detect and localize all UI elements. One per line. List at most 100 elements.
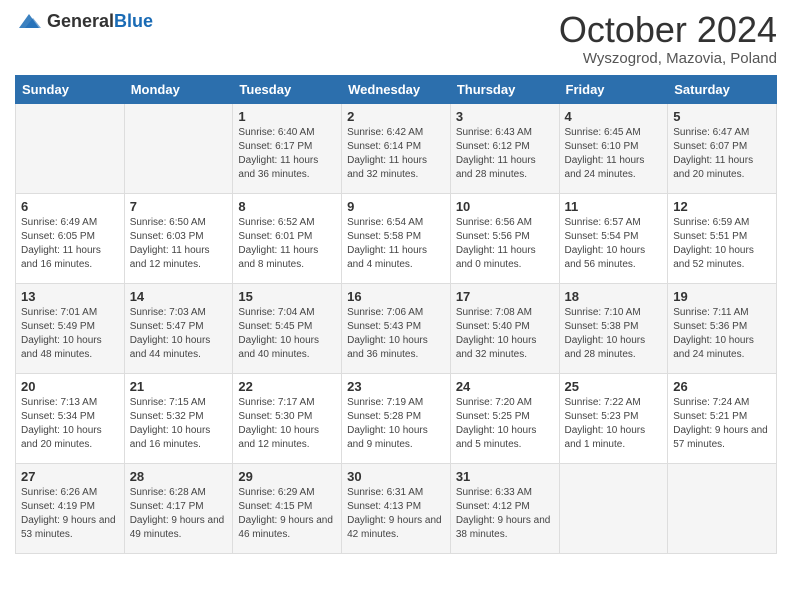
day-number: 19: [673, 289, 771, 304]
day-number: 10: [456, 199, 554, 214]
day-cell: 27 Sunrise: 6:26 AM Sunset: 4:19 PM Dayli…: [16, 463, 125, 553]
day-cell: 13Sunrise: 7:01 AM Sunset: 5:49 PM Dayli…: [16, 283, 125, 373]
col-sunday: Sunday: [16, 75, 125, 103]
day-cell: 22 Sunrise: 7:17 AM Sunset: 5:30 PM Dayli…: [233, 373, 342, 463]
day-info: Sunrise: 7:03 AM Sunset: 5:47 PM Dayligh…: [130, 306, 228, 362]
day-number: 22: [238, 379, 336, 394]
day-number: 7: [130, 199, 228, 214]
day-info: Sunrise: 6:50 AM Sunset: 6:03 PM Dayligh…: [130, 216, 228, 272]
day-number: 24: [456, 379, 554, 394]
day-info: Sunrise: 7:20 AM Sunset: 5:25 PM Dayligh…: [456, 396, 554, 452]
day-cell: 8 Sunrise: 6:52 AM Sunset: 6:01 PM Daylig…: [233, 193, 342, 283]
day-info: Sunrise: 6:40 AM Sunset: 6:17 PM Dayligh…: [238, 126, 336, 182]
day-info: Sunrise: 7:17 AM Sunset: 5:30 PM Dayligh…: [238, 396, 336, 452]
location-title: Wyszogrod, Mazovia, Poland: [559, 50, 777, 67]
day-info: Sunrise: 6:29 AM Sunset: 4:15 PM Dayligh…: [238, 486, 336, 542]
col-thursday: Thursday: [450, 75, 559, 103]
day-info: Sunrise: 7:15 AM Sunset: 5:32 PM Dayligh…: [130, 396, 228, 452]
day-cell: 10Sunrise: 6:56 AM Sunset: 5:56 PM Dayli…: [450, 193, 559, 283]
day-info: Sunrise: 6:33 AM Sunset: 4:12 PM Dayligh…: [456, 486, 554, 542]
day-info: Sunrise: 7:04 AM Sunset: 5:45 PM Dayligh…: [238, 306, 336, 362]
day-cell: 31 Sunrise: 6:33 AM Sunset: 4:12 PM Dayli…: [450, 463, 559, 553]
logo-icon: [15, 10, 43, 32]
day-number: 27: [21, 469, 119, 484]
logo-general: General: [47, 11, 114, 31]
day-number: 26: [673, 379, 771, 394]
day-number: 18: [565, 289, 663, 304]
col-wednesday: Wednesday: [342, 75, 451, 103]
day-number: 11: [565, 199, 663, 214]
day-number: 1: [238, 109, 336, 124]
day-cell: [16, 103, 125, 193]
logo: GeneralBlue: [15, 10, 153, 32]
day-number: 6: [21, 199, 119, 214]
day-number: 25: [565, 379, 663, 394]
month-title: October 2024: [559, 10, 777, 50]
day-cell: 12 Sunrise: 6:59 AM Sunset: 5:51 PM Dayli…: [668, 193, 777, 283]
day-info: Sunrise: 6:26 AM Sunset: 4:19 PM Dayligh…: [21, 486, 119, 542]
col-tuesday: Tuesday: [233, 75, 342, 103]
week-row-1: 1 Sunrise: 6:40 AM Sunset: 6:17 PM Daylig…: [16, 103, 777, 193]
day-number: 15: [238, 289, 336, 304]
day-number: 3: [456, 109, 554, 124]
day-cell: 25 Sunrise: 7:22 AM Sunset: 5:23 PM Dayli…: [559, 373, 668, 463]
day-cell: 5 Sunrise: 6:47 AM Sunset: 6:07 PM Daylig…: [668, 103, 777, 193]
day-cell: 20Sunrise: 7:13 AM Sunset: 5:34 PM Dayli…: [16, 373, 125, 463]
day-info: Sunrise: 6:49 AM Sunset: 6:05 PM Dayligh…: [21, 216, 119, 272]
page-header: GeneralBlue October 2024 Wyszogrod, Mazo…: [15, 10, 777, 67]
day-number: 4: [565, 109, 663, 124]
day-cell: 17Sunrise: 7:08 AM Sunset: 5:40 PM Dayli…: [450, 283, 559, 373]
day-cell: 15 Sunrise: 7:04 AM Sunset: 5:45 PM Dayli…: [233, 283, 342, 373]
col-friday: Friday: [559, 75, 668, 103]
day-info: Sunrise: 7:22 AM Sunset: 5:23 PM Dayligh…: [565, 396, 663, 452]
day-info: Sunrise: 6:47 AM Sunset: 6:07 PM Dayligh…: [673, 126, 771, 182]
day-info: Sunrise: 7:10 AM Sunset: 5:38 PM Dayligh…: [565, 306, 663, 362]
col-saturday: Saturday: [668, 75, 777, 103]
day-number: 21: [130, 379, 228, 394]
header-row: Sunday Monday Tuesday Wednesday Thursday…: [16, 75, 777, 103]
day-number: 20: [21, 379, 119, 394]
week-row-5: 27 Sunrise: 6:26 AM Sunset: 4:19 PM Dayli…: [16, 463, 777, 553]
day-cell: 19 Sunrise: 7:11 AM Sunset: 5:36 PM Dayli…: [668, 283, 777, 373]
day-cell: 23Sunrise: 7:19 AM Sunset: 5:28 PM Dayli…: [342, 373, 451, 463]
day-cell: 24 Sunrise: 7:20 AM Sunset: 5:25 PM Dayli…: [450, 373, 559, 463]
day-number: 2: [347, 109, 445, 124]
day-info: Sunrise: 6:42 AM Sunset: 6:14 PM Dayligh…: [347, 126, 445, 182]
day-info: Sunrise: 6:54 AM Sunset: 5:58 PM Dayligh…: [347, 216, 445, 272]
col-monday: Monday: [124, 75, 233, 103]
day-cell: 3 Sunrise: 6:43 AM Sunset: 6:12 PM Daylig…: [450, 103, 559, 193]
day-info: Sunrise: 6:28 AM Sunset: 4:17 PM Dayligh…: [130, 486, 228, 542]
day-info: Sunrise: 6:31 AM Sunset: 4:13 PM Dayligh…: [347, 486, 445, 542]
title-section: October 2024 Wyszogrod, Mazovia, Poland: [559, 10, 777, 67]
day-number: 8: [238, 199, 336, 214]
day-cell: 6 Sunrise: 6:49 AM Sunset: 6:05 PM Daylig…: [16, 193, 125, 283]
day-info: Sunrise: 6:57 AM Sunset: 5:54 PM Dayligh…: [565, 216, 663, 272]
day-cell: 14Sunrise: 7:03 AM Sunset: 5:47 PM Dayli…: [124, 283, 233, 373]
day-info: Sunrise: 6:45 AM Sunset: 6:10 PM Dayligh…: [565, 126, 663, 182]
day-number: 17: [456, 289, 554, 304]
day-number: 28: [130, 469, 228, 484]
day-info: Sunrise: 6:43 AM Sunset: 6:12 PM Dayligh…: [456, 126, 554, 182]
day-number: 12: [673, 199, 771, 214]
day-number: 31: [456, 469, 554, 484]
day-cell: 28 Sunrise: 6:28 AM Sunset: 4:17 PM Dayli…: [124, 463, 233, 553]
day-cell: 29 Sunrise: 6:29 AM Sunset: 4:15 PM Dayli…: [233, 463, 342, 553]
day-cell: [124, 103, 233, 193]
calendar-header: Sunday Monday Tuesday Wednesday Thursday…: [16, 75, 777, 103]
day-cell: 21 Sunrise: 7:15 AM Sunset: 5:32 PM Dayli…: [124, 373, 233, 463]
day-info: Sunrise: 7:19 AM Sunset: 5:28 PM Dayligh…: [347, 396, 445, 452]
day-number: 5: [673, 109, 771, 124]
logo-text: GeneralBlue: [47, 11, 153, 32]
week-row-3: 13Sunrise: 7:01 AM Sunset: 5:49 PM Dayli…: [16, 283, 777, 373]
day-info: Sunrise: 6:59 AM Sunset: 5:51 PM Dayligh…: [673, 216, 771, 272]
day-info: Sunrise: 7:11 AM Sunset: 5:36 PM Dayligh…: [673, 306, 771, 362]
day-cell: 16Sunrise: 7:06 AM Sunset: 5:43 PM Dayli…: [342, 283, 451, 373]
day-cell: 18 Sunrise: 7:10 AM Sunset: 5:38 PM Dayli…: [559, 283, 668, 373]
day-number: 29: [238, 469, 336, 484]
day-cell: 2 Sunrise: 6:42 AM Sunset: 6:14 PM Daylig…: [342, 103, 451, 193]
day-info: Sunrise: 6:52 AM Sunset: 6:01 PM Dayligh…: [238, 216, 336, 272]
logo-blue: Blue: [114, 11, 153, 31]
day-cell: 7 Sunrise: 6:50 AM Sunset: 6:03 PM Daylig…: [124, 193, 233, 283]
day-cell: [668, 463, 777, 553]
day-info: Sunrise: 7:06 AM Sunset: 5:43 PM Dayligh…: [347, 306, 445, 362]
